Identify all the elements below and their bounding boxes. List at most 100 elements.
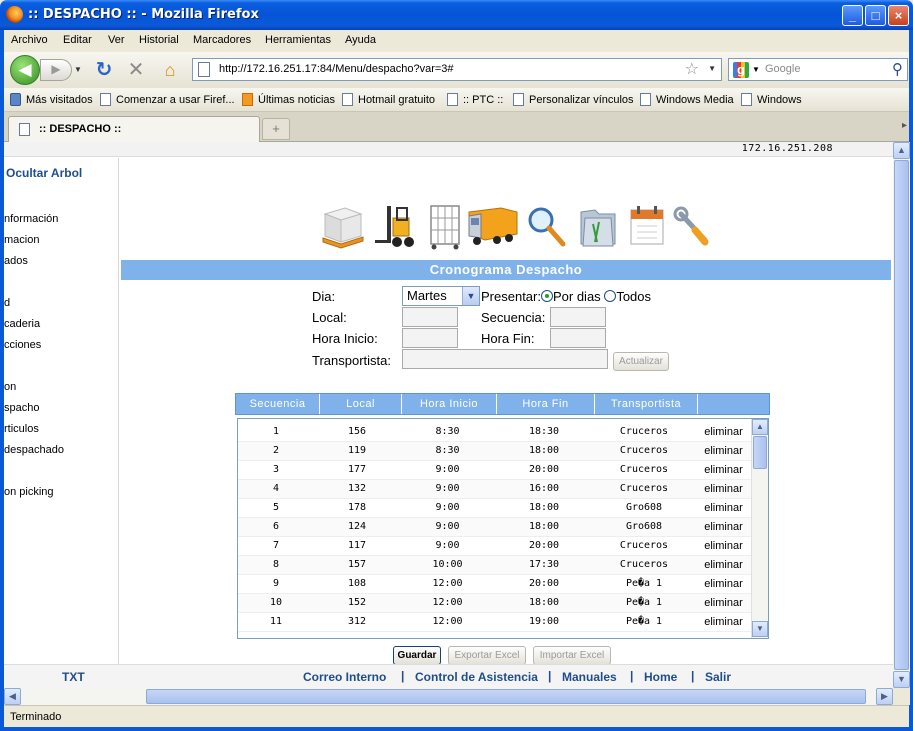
eliminar-link[interactable]: eliminar	[695, 445, 752, 457]
search-bar[interactable]: g ▼ Google ⚲	[728, 58, 908, 81]
sidebar-item[interactable]: nformación	[4, 213, 58, 225]
pallet-icon[interactable]	[319, 202, 365, 252]
bookmark-ultimas-noticias[interactable]: Últimas noticias	[242, 93, 335, 106]
sidebar-item[interactable]: cciones	[4, 339, 41, 351]
footer-link-asistencia[interactable]: Control de Asistencia	[415, 670, 538, 684]
eliminar-link[interactable]: eliminar	[695, 483, 752, 495]
scroll-thumb[interactable]	[146, 689, 866, 704]
stop-icon[interactable]: ✕	[124, 58, 148, 82]
tab-list-icon[interactable]: ▸	[902, 120, 907, 131]
star-icon[interactable]: ☆	[685, 59, 699, 79]
footer-link-manuales[interactable]: Manuales	[562, 670, 617, 684]
scroll-left-icon[interactable]: ◀	[4, 688, 21, 705]
scroll-up-icon[interactable]: ▲	[893, 142, 910, 159]
home-icon[interactable]: ⌂	[158, 58, 182, 82]
bookmark-mas-visitados[interactable]: Más visitados	[10, 93, 93, 106]
url-dropdown-icon[interactable]: ▼	[708, 64, 716, 73]
sidebar-item[interactable]: macion	[4, 234, 39, 246]
importar-excel-button[interactable]: Importar Excel	[533, 646, 611, 665]
sidebar-item[interactable]: on picking	[4, 486, 54, 498]
tab-despacho[interactable]: :: DESPACHO ::	[8, 116, 260, 142]
radio-por-dias-label[interactable]: Por dias	[553, 289, 601, 304]
sidebar-item[interactable]: rticulos	[4, 423, 39, 435]
scroll-thumb[interactable]	[753, 436, 767, 469]
engine-dropdown-icon[interactable]: ▼	[752, 65, 760, 74]
local-input[interactable]	[402, 307, 458, 327]
url-text[interactable]: http://172.16.251.17:84/Menu/despacho?va…	[219, 63, 454, 75]
eliminar-link[interactable]: eliminar	[695, 597, 752, 609]
tools-icon[interactable]	[671, 202, 717, 252]
page-vertical-scrollbar[interactable]: ▲ ▼	[893, 142, 910, 688]
radio-por-dias[interactable]	[540, 290, 553, 302]
menu-ver[interactable]: Ver	[108, 34, 125, 46]
minimize-button[interactable]: _	[842, 5, 863, 26]
eliminar-link[interactable]: eliminar	[695, 521, 752, 533]
forward-arrow-icon[interactable]: ▶	[40, 59, 72, 81]
eliminar-link[interactable]: eliminar	[695, 540, 752, 552]
eliminar-link[interactable]: eliminar	[695, 426, 752, 438]
actualizar-button[interactable]: Actualizar	[613, 352, 669, 371]
radio-todos[interactable]	[604, 290, 617, 302]
folders-icon[interactable]	[575, 202, 621, 252]
menu-marcadores[interactable]: Marcadores	[193, 34, 251, 46]
sidebar-item[interactable]: spacho	[4, 402, 39, 414]
exportar-excel-button[interactable]: Exportar Excel	[448, 646, 526, 665]
dia-select[interactable]: Martes ▼	[402, 286, 480, 306]
history-dropdown-icon[interactable]: ▼	[72, 59, 84, 81]
scroll-up-icon[interactable]: ▲	[752, 419, 768, 435]
forklift-icon[interactable]	[371, 202, 417, 252]
sidebar-item[interactable]: ados	[4, 255, 28, 267]
txt-link[interactable]: TXT	[62, 670, 85, 684]
eliminar-link[interactable]: eliminar	[695, 464, 752, 476]
search-icon[interactable]	[523, 202, 569, 252]
footer-link-salir[interactable]: Salir	[705, 670, 731, 684]
eliminar-link[interactable]: eliminar	[695, 502, 752, 514]
scroll-thumb[interactable]	[894, 160, 909, 670]
menu-editar[interactable]: Editar	[63, 34, 92, 46]
sidebar-item[interactable]: caderia	[4, 318, 40, 330]
page-horizontal-scrollbar[interactable]: ◀ ▶	[4, 688, 893, 705]
table-scrollbar[interactable]: ▲ ▼	[751, 419, 768, 638]
hora-fin-input[interactable]	[550, 328, 606, 348]
cell-transportista: Cruceros	[619, 483, 669, 494]
bookmark-personalizar[interactable]: Personalizar vínculos	[513, 93, 634, 106]
bookmark-hotmail[interactable]: Hotmail gratuito	[342, 93, 435, 106]
maximize-button[interactable]: □	[865, 5, 886, 26]
bookmark-windows-media[interactable]: Windows Media	[640, 93, 734, 106]
bookmark-windows[interactable]: Windows	[741, 93, 802, 106]
sidebar-item[interactable]: on	[4, 381, 16, 393]
scroll-down-icon[interactable]: ▼	[752, 621, 768, 637]
bookmark-comenzar[interactable]: Comenzar a usar Firef...	[100, 93, 235, 106]
calendar-icon[interactable]	[625, 202, 671, 252]
footer-link-home[interactable]: Home	[644, 670, 677, 684]
cage-cart-icon[interactable]	[423, 202, 469, 252]
sidebar-item[interactable]: d	[4, 297, 10, 309]
url-bar[interactable]: http://172.16.251.17:84/Menu/despacho?va…	[192, 58, 722, 81]
secuencia-input[interactable]	[550, 307, 606, 327]
hide-tree-link[interactable]: Ocultar Arbol	[6, 166, 82, 180]
scroll-right-icon[interactable]: ▶	[876, 688, 893, 705]
transportista-input[interactable]	[402, 349, 608, 369]
bookmark-ptc[interactable]: :: PTC ::	[447, 93, 503, 106]
eliminar-link[interactable]: eliminar	[695, 559, 752, 571]
menu-historial[interactable]: Historial	[139, 34, 179, 46]
footer-link-correo[interactable]: Correo Interno	[303, 670, 386, 684]
reload-icon[interactable]: ↻	[92, 58, 116, 82]
menu-archivo[interactable]: Archivo	[11, 34, 48, 46]
menu-herramientas[interactable]: Herramientas	[265, 34, 331, 46]
close-button[interactable]: ×	[888, 5, 909, 26]
menu-ayuda[interactable]: Ayuda	[345, 34, 376, 46]
back-arrow-icon[interactable]: ◀	[10, 55, 40, 85]
search-input[interactable]: Google	[765, 63, 800, 75]
eliminar-link[interactable]: eliminar	[695, 616, 752, 628]
radio-todos-label[interactable]: Todos	[616, 289, 651, 304]
eliminar-link[interactable]: eliminar	[695, 578, 752, 590]
magnifier-icon[interactable]: ⚲	[892, 60, 903, 78]
sidebar-item[interactable]: despachado	[4, 444, 64, 456]
hora-inicio-input[interactable]	[402, 328, 458, 348]
scroll-down-icon[interactable]: ▼	[893, 671, 910, 688]
guardar-button[interactable]: Guardar	[393, 646, 441, 665]
truck-icon[interactable]	[467, 202, 519, 252]
new-tab-button[interactable]: +	[262, 118, 290, 140]
google-engine-icon[interactable]: g	[733, 62, 749, 78]
